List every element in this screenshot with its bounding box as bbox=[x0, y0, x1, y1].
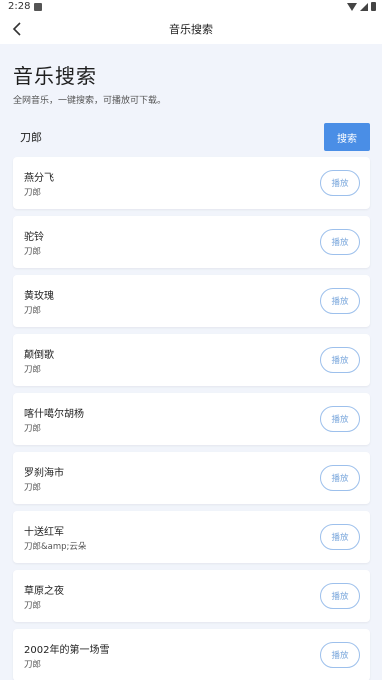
song-artist: 刀郎 bbox=[24, 365, 42, 375]
search-button[interactable]: 搜索 bbox=[324, 123, 370, 151]
main-content: 音乐搜索 全网音乐，一键搜索，可播放可下载。 搜索 燕分飞刀郎播放驼铃刀郎播放黄… bbox=[0, 44, 382, 680]
play-button[interactable]: 播放 bbox=[320, 347, 360, 373]
song-title: 十送红军 bbox=[24, 527, 64, 538]
song-title: 2002年的第一场雪 bbox=[24, 645, 110, 656]
play-button[interactable]: 播放 bbox=[320, 288, 360, 314]
search-input[interactable] bbox=[13, 122, 321, 152]
song-title: 罗刹海市 bbox=[24, 468, 64, 479]
song-title: 颠倒歌 bbox=[24, 350, 54, 361]
song-list-item[interactable]: 驼铃刀郎 播放 bbox=[13, 216, 370, 268]
wifi-icon bbox=[347, 2, 357, 11]
play-button[interactable]: 播放 bbox=[320, 524, 360, 550]
song-list-item[interactable]: 燕分飞刀郎 播放 bbox=[13, 157, 370, 209]
song-artist: 刀郎 bbox=[24, 601, 42, 611]
play-button[interactable]: 播放 bbox=[320, 465, 360, 491]
song-list-item[interactable]: 罗刹海市刀郎 播放 bbox=[13, 452, 370, 504]
song-title: 黄玫瑰 bbox=[24, 291, 54, 302]
song-list-item[interactable]: 喀什噶尔胡杨 刀郎 播放 bbox=[13, 393, 370, 445]
song-list-item[interactable]: 颠倒歌刀郎 播放 bbox=[13, 334, 370, 386]
song-title: 驼铃 bbox=[24, 232, 44, 243]
song-list-item[interactable]: 十送红军刀郎&amp;云朵 播放 bbox=[13, 511, 370, 563]
song-title: 喀什噶尔胡杨 bbox=[24, 409, 84, 420]
song-artist: 刀郎 bbox=[24, 424, 42, 434]
notification-icon bbox=[34, 3, 42, 11]
song-artist: 刀郎 bbox=[24, 660, 42, 670]
signal-icon bbox=[360, 2, 368, 11]
song-title: 草原之夜 bbox=[24, 586, 64, 597]
song-list-item[interactable]: 2002年的第一场雪 刀郎 播放 bbox=[13, 629, 370, 680]
song-list: 燕分飞 刀郎 播放 驼铃 刀郎 播放 黄玫瑰 刀郎 播放 颠倒歌 刀郎 播放 喀什噶尔胡杨 刀郎 播放 罗刹海… bbox=[13, 157, 370, 680]
song-artist: 刀郎 bbox=[24, 306, 42, 316]
song-artist: 刀郎&amp;云朵 bbox=[24, 542, 87, 552]
song-list-item[interactable]: 草原之夜刀郎 播放 bbox=[13, 570, 370, 622]
status-icons bbox=[347, 2, 376, 11]
song-title: 燕分飞 bbox=[24, 173, 54, 184]
play-button[interactable]: 播放 bbox=[320, 406, 360, 432]
top-app-bar: 音乐搜索 bbox=[0, 14, 382, 44]
song-artist: 刀郎 bbox=[24, 188, 42, 198]
play-button[interactable]: 播放 bbox=[320, 642, 360, 668]
battery-icon bbox=[371, 2, 376, 11]
status-bar: 2:28 bbox=[0, 0, 382, 14]
song-list-item[interactable]: 黄玫瑰刀郎 播放 bbox=[13, 275, 370, 327]
play-button[interactable]: 播放 bbox=[320, 229, 360, 255]
app-bar-title: 音乐搜索 bbox=[169, 23, 213, 36]
song-artist: 刀郎 bbox=[24, 483, 42, 493]
play-button[interactable]: 播放 bbox=[320, 583, 360, 609]
search-row: 搜索 bbox=[13, 122, 370, 152]
play-button[interactable]: 播放 bbox=[320, 170, 360, 196]
page-subtitle: 全网音乐，一键搜索，可播放可下载。 bbox=[13, 96, 167, 106]
song-artist: 刀郎 bbox=[24, 247, 42, 257]
page-title: 音乐搜索 bbox=[13, 64, 97, 88]
status-time: 2:28 bbox=[8, 1, 31, 12]
